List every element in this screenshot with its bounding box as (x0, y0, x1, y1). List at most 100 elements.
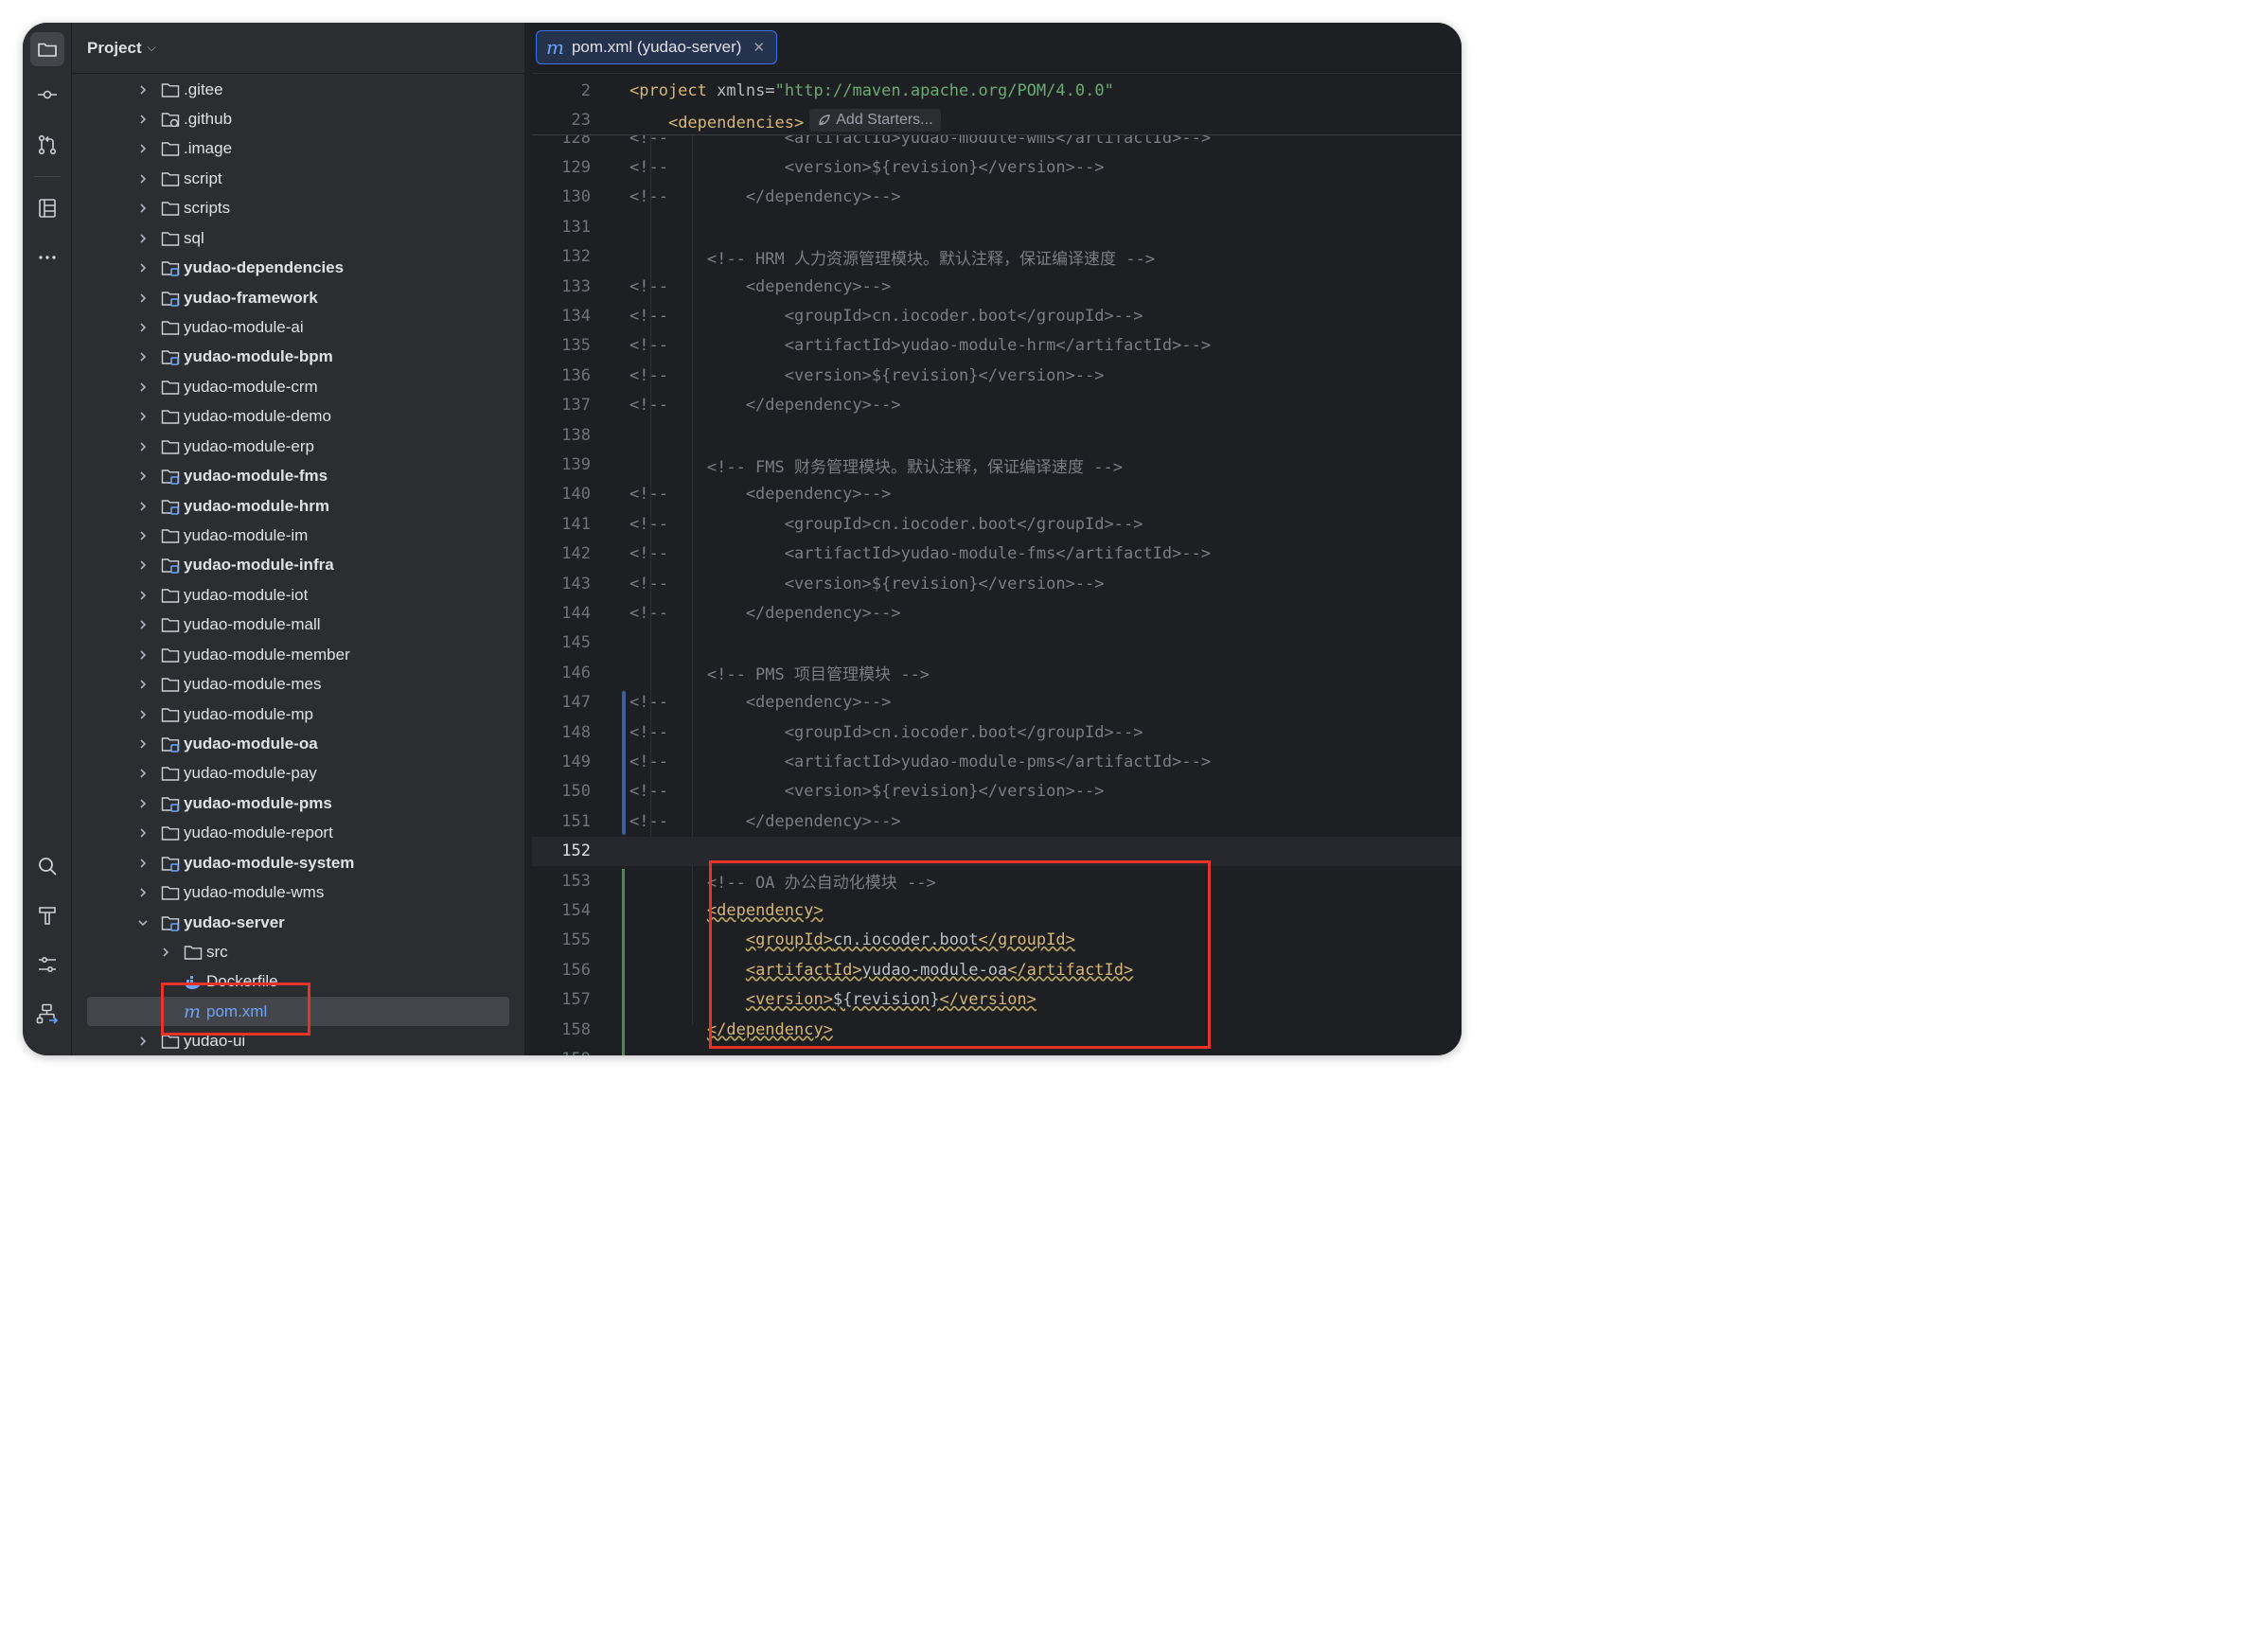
more-icon[interactable] (30, 240, 64, 274)
code-line[interactable]: 132 <!-- HRM 人力资源管理模块。默认注释，保证编译速度 --> (532, 242, 1462, 272)
chevron-right-icon[interactable] (136, 826, 150, 840)
search-icon[interactable] (30, 849, 64, 883)
chevron-right-icon[interactable] (159, 946, 172, 959)
tree-item[interactable]: script (72, 164, 524, 193)
code-line[interactable]: 135 <!-- <artifactId>yudao-module-hrm</ar… (532, 331, 1462, 361)
tree-item[interactable]: yudao-module-mall (72, 611, 524, 640)
code-line[interactable]: 137 <!-- </dependency>--> (532, 391, 1462, 420)
chevron-right-icon[interactable] (136, 648, 150, 662)
tree-item[interactable]: yudao-module-infra (72, 551, 524, 580)
commit-icon[interactable] (30, 78, 64, 112)
tree-item[interactable]: yudao-module-crm (72, 372, 524, 401)
chevron-right-icon[interactable] (136, 410, 150, 423)
chevron-right-icon[interactable] (136, 292, 150, 305)
tree-item[interactable]: yudao-module-erp (72, 432, 524, 461)
code-line[interactable]: 147 <!-- <dependency>--> (532, 688, 1462, 717)
chevron-right-icon[interactable] (136, 83, 150, 97)
tree-item[interactable]: yudao-module-fms (72, 462, 524, 491)
chevron-right-icon[interactable] (136, 469, 150, 483)
tree-item[interactable]: yudao-module-system (72, 848, 524, 877)
sticky-lines-header[interactable]: 2 <project xmlns="http://maven.apache.org… (532, 75, 1462, 135)
chevron-right-icon[interactable] (136, 113, 150, 126)
settings-sliders-icon[interactable] (30, 947, 64, 982)
tree-item[interactable]: yudao-module-mp (72, 700, 524, 729)
tree-item[interactable]: yudao-module-iot (72, 580, 524, 610)
add-starters-hint[interactable]: Add Starters... (809, 108, 941, 132)
chevron-right-icon[interactable] (136, 708, 150, 721)
code-line[interactable]: 139 <!-- FMS 财务管理模块。默认注释，保证编译速度 --> (532, 450, 1462, 479)
code-line[interactable]: 133 <!-- <dependency>--> (532, 272, 1462, 301)
chevron-right-icon[interactable] (136, 618, 150, 631)
chevron-right-icon[interactable] (136, 142, 150, 155)
tree-item[interactable]: yudao-module-wms (72, 878, 524, 908)
tree-item[interactable]: yudao-module-demo (72, 402, 524, 432)
project-panel-title[interactable]: Project (87, 39, 142, 58)
code-line[interactable]: 149 <!-- <artifactId>yudao-module-pms</ar… (532, 747, 1462, 776)
structure-icon[interactable] (30, 191, 64, 225)
tree-item[interactable]: src (72, 937, 524, 966)
code-line[interactable]: 148 <!-- <groupId>cn.iocoder.boot</groupI… (532, 717, 1462, 747)
chevron-right-icon[interactable] (136, 737, 150, 751)
code-line[interactable]: 134 <!-- <groupId>cn.iocoder.boot</groupI… (532, 301, 1462, 330)
code-line[interactable]: 138 (532, 420, 1462, 450)
chevron-right-icon[interactable] (136, 558, 150, 572)
chevron-right-icon[interactable] (136, 678, 150, 691)
code-line[interactable]: 151 <!-- </dependency>--> (532, 806, 1462, 836)
tree-item[interactable]: .github (72, 104, 524, 133)
code-line[interactable]: 141 <!-- <groupId>cn.iocoder.boot</groupI… (532, 509, 1462, 539)
chevron-right-icon[interactable] (136, 1035, 150, 1048)
tree-item[interactable]: yudao-framework (72, 283, 524, 312)
code-line[interactable]: 142 <!-- <artifactId>yudao-module-fms</ar… (532, 540, 1462, 569)
code-line[interactable]: 140 <!-- <dependency>--> (532, 480, 1462, 509)
build-hammer-icon[interactable] (30, 898, 64, 932)
tree-item[interactable]: .image (72, 134, 524, 164)
chevron-right-icon[interactable] (136, 797, 150, 810)
tree-item[interactable]: yudao-module-pay (72, 759, 524, 788)
tree-item[interactable]: yudao-server (72, 908, 524, 937)
panel-splitter[interactable] (524, 23, 532, 1055)
tree-item[interactable]: sql (72, 223, 524, 253)
code-line[interactable]: 130 <!-- </dependency>--> (532, 183, 1462, 212)
code-line[interactable]: 146 <!-- PMS 项目管理模块 --> (532, 658, 1462, 687)
sticky-line[interactable]: 2 <project xmlns="http://maven.apache.org… (532, 76, 1462, 105)
chevron-right-icon[interactable] (136, 202, 150, 215)
code-line[interactable]: 131 (532, 212, 1462, 241)
chevron-right-icon[interactable] (136, 500, 150, 513)
tab-pom-xml[interactable]: m pom.xml (yudao-server) ✕ (536, 30, 778, 64)
code-line[interactable]: 144 <!-- </dependency>--> (532, 598, 1462, 628)
code-line[interactable]: 143 <!-- <version>${revision}</version>--… (532, 569, 1462, 598)
chevron-right-icon[interactable] (136, 589, 150, 602)
chevron-down-icon[interactable] (136, 916, 150, 930)
tree-item[interactable]: yudao-module-im (72, 521, 524, 550)
chevron-right-icon[interactable] (136, 321, 150, 334)
chevron-right-icon[interactable] (136, 857, 150, 870)
tree-item[interactable]: yudao-module-report (72, 819, 524, 848)
chevron-right-icon[interactable] (136, 440, 150, 453)
tree-item[interactable]: scripts (72, 194, 524, 223)
sticky-line[interactable]: 23 <dependencies> Add Starters... (532, 105, 1462, 134)
chevron-right-icon[interactable] (136, 381, 150, 394)
chevron-right-icon[interactable] (136, 529, 150, 542)
code-line[interactable]: 128 <!-- <artifactId>yudao-module-wms</ar… (532, 135, 1462, 152)
code-line[interactable]: 129 <!-- <version>${revision}</version>--… (532, 152, 1462, 182)
chevron-right-icon[interactable] (136, 350, 150, 363)
tree-item[interactable]: yudao-module-mes (72, 670, 524, 700)
chevron-right-icon[interactable] (136, 172, 150, 186)
services-icon[interactable] (30, 997, 64, 1031)
chevron-right-icon[interactable] (136, 886, 150, 899)
code-line[interactable]: 145 (532, 629, 1462, 658)
chevron-right-icon[interactable] (136, 767, 150, 780)
tree-item[interactable]: .gitee (72, 75, 524, 104)
pull-requests-icon[interactable] (30, 128, 64, 162)
chevron-right-icon[interactable] (136, 232, 150, 245)
tree-item[interactable]: yudao-module-hrm (72, 491, 524, 521)
tree-item[interactable]: yudao-dependencies (72, 254, 524, 283)
tree-item[interactable]: yudao-module-bpm (72, 343, 524, 372)
tree-item[interactable]: yudao-module-ai (72, 312, 524, 342)
close-icon[interactable]: ✕ (753, 39, 765, 56)
tree-item[interactable]: yudao-module-pms (72, 788, 524, 818)
tree-item[interactable]: yudao-module-oa (72, 729, 524, 758)
code-line[interactable]: 150 <!-- <version>${revision}</version>--… (532, 777, 1462, 806)
chevron-right-icon[interactable] (136, 261, 150, 274)
code-line[interactable]: 136 <!-- <version>${revision}</version>--… (532, 361, 1462, 390)
